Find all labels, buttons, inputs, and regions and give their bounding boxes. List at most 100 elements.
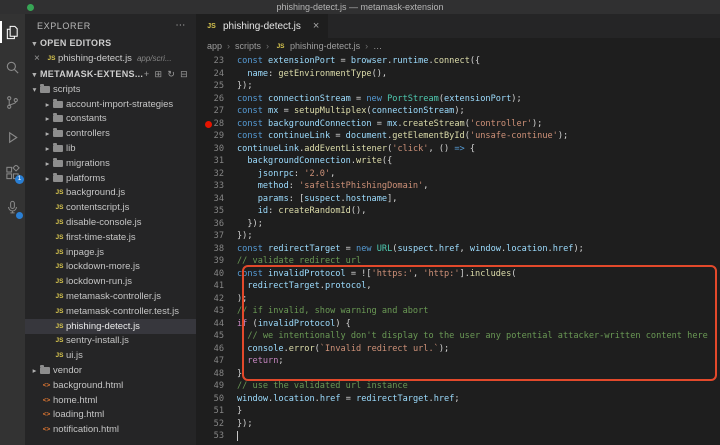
line-number[interactable]: 53 [196,430,237,443]
line-number[interactable]: 38 [196,243,237,256]
workspace-header[interactable]: ▾ METAMASK-EXTENS... +⊞↻⊟ [25,66,196,82]
code-text: const mx = setupMultiplex(connectionStre… [237,105,465,118]
code-line: 28const backgroundConnection = mx.create… [196,118,720,131]
search-icon[interactable] [0,56,25,78]
code-line: 41 redirectTarget.protocol, [196,280,720,293]
line-number[interactable]: 34 [196,193,237,206]
code-area[interactable]: 23const extensionPort = browser.runtime.… [196,54,720,445]
line-number[interactable]: 40 [196,268,237,281]
line-number[interactable]: 23 [196,55,237,68]
tree-item-label: lib [66,143,76,154]
tree-item[interactable]: JSinpage.js [25,245,196,260]
mic-icon[interactable] [0,196,25,218]
tree-item[interactable]: ▸platforms [25,171,196,186]
line-number[interactable]: 32 [196,168,237,181]
breadcrumb-item[interactable]: … [373,41,382,51]
code-line: 52}); [196,418,720,431]
line-number[interactable]: 31 [196,155,237,168]
code-line: 38const redirectTarget = new URL(suspect… [196,243,720,256]
more-actions-icon[interactable]: ⋯ [175,20,186,31]
line-number[interactable]: 30 [196,143,237,156]
new-folder-icon[interactable]: ⊞ [154,69,162,80]
tab-label: phishing-detect.js [223,21,301,32]
badge [16,212,23,219]
js-file-icon: JS [53,293,66,300]
line-number[interactable]: 29 [196,130,237,143]
breakpoint-icon[interactable] [205,121,212,128]
tree-item[interactable]: JSfirst-time-state.js [25,230,196,245]
close-icon[interactable]: × [313,20,319,32]
extensions-icon[interactable]: 1 [0,161,25,183]
line-number[interactable]: 24 [196,68,237,81]
line-number[interactable]: 45 [196,330,237,343]
code-text: // validate redirect url [237,255,361,268]
line-number[interactable]: 36 [196,218,237,231]
line-number[interactable]: 41 [196,280,237,293]
code-line: 25}); [196,80,720,93]
code-line: 27const mx = setupMultiplex(connectionSt… [196,105,720,118]
line-number[interactable]: 28 [196,118,237,131]
window-control-icon[interactable] [27,4,34,11]
breadcrumb-item[interactable]: JSphishing-detect.js [274,41,360,51]
code-text: const redirectTarget = new URL(suspect.h… [237,243,584,256]
tree-item[interactable]: JSdisable-console.js [25,215,196,230]
breadcrumb-item[interactable]: scripts [235,41,261,51]
tree-item[interactable]: ▸account-import-strategies [25,97,196,112]
line-number[interactable]: 35 [196,205,237,218]
line-number[interactable]: 51 [196,405,237,418]
line-number[interactable]: 48 [196,368,237,381]
tree-item[interactable]: JScontentscript.js [25,200,196,215]
chevron-right-icon: ▸ [42,144,53,153]
breadcrumb-item[interactable]: app [207,41,222,51]
source-control-icon[interactable] [0,91,25,113]
line-number[interactable]: 27 [196,105,237,118]
line-number[interactable]: 46 [196,343,237,356]
code-line: 34 params: [suspect.hostname], [196,193,720,206]
files-icon[interactable] [0,21,25,43]
line-number[interactable]: 39 [196,255,237,268]
tree-item[interactable]: <>background.html [25,378,196,393]
line-number[interactable]: 50 [196,393,237,406]
folder-icon [53,145,63,152]
tree-item[interactable]: <>loading.html [25,408,196,423]
folder-icon [53,101,63,108]
line-number[interactable]: 49 [196,380,237,393]
refresh-icon[interactable]: ↻ [167,69,175,80]
tree-item[interactable]: <>notification.html [25,422,196,437]
chevron-down-icon: ▾ [29,70,40,79]
tree-item[interactable]: JSbackground.js [25,186,196,201]
line-number[interactable]: 44 [196,318,237,331]
tree-item[interactable]: JSphishing-detect.js [25,319,196,334]
tab-phishing-detect[interactable]: JS phishing-detect.js × [196,14,328,38]
close-icon[interactable]: × [34,53,45,64]
collapse-all-icon[interactable]: ⊟ [180,69,188,80]
tree-item[interactable]: <>home.html [25,393,196,408]
tree-item[interactable]: JSmetamask-controller.test.js [25,304,196,319]
tree-item[interactable]: JSlockdown-run.js [25,274,196,289]
run-debug-icon[interactable] [0,126,25,148]
tree-item[interactable]: ▸controllers [25,126,196,141]
tree-item[interactable]: ▸ lib [25,141,196,156]
tree-item[interactable]: JSlockdown-more.js [25,260,196,275]
line-number[interactable]: 33 [196,180,237,193]
tree-item[interactable]: ▾scripts [25,82,196,97]
line-number[interactable]: 47 [196,355,237,368]
line-number[interactable]: 37 [196,230,237,243]
line-number[interactable]: 43 [196,305,237,318]
line-number[interactable]: 42 [196,293,237,306]
line-number[interactable]: 52 [196,418,237,431]
tree-item[interactable]: ▸vendor [25,363,196,378]
open-editor-item[interactable]: ×JSphishing-detect.jsapp/scri... [25,51,196,66]
tree-item[interactable]: JSui.js [25,348,196,363]
tree-item[interactable]: ▸migrations [25,156,196,171]
code-text: ); [237,293,247,306]
new-file-icon[interactable]: + [144,69,150,80]
code-line: 50window.location.href = redirectTarget.… [196,393,720,406]
open-editors-header[interactable]: ▾ OPEN EDITORS [25,35,196,51]
line-number[interactable]: 26 [196,93,237,106]
code-line: 29const continueLink = document.getEleme… [196,130,720,143]
line-number[interactable]: 25 [196,80,237,93]
tree-item[interactable]: ▸constants [25,112,196,127]
tree-item[interactable]: JSmetamask-controller.js [25,289,196,304]
tree-item[interactable]: JSsentry-install.js [25,334,196,349]
